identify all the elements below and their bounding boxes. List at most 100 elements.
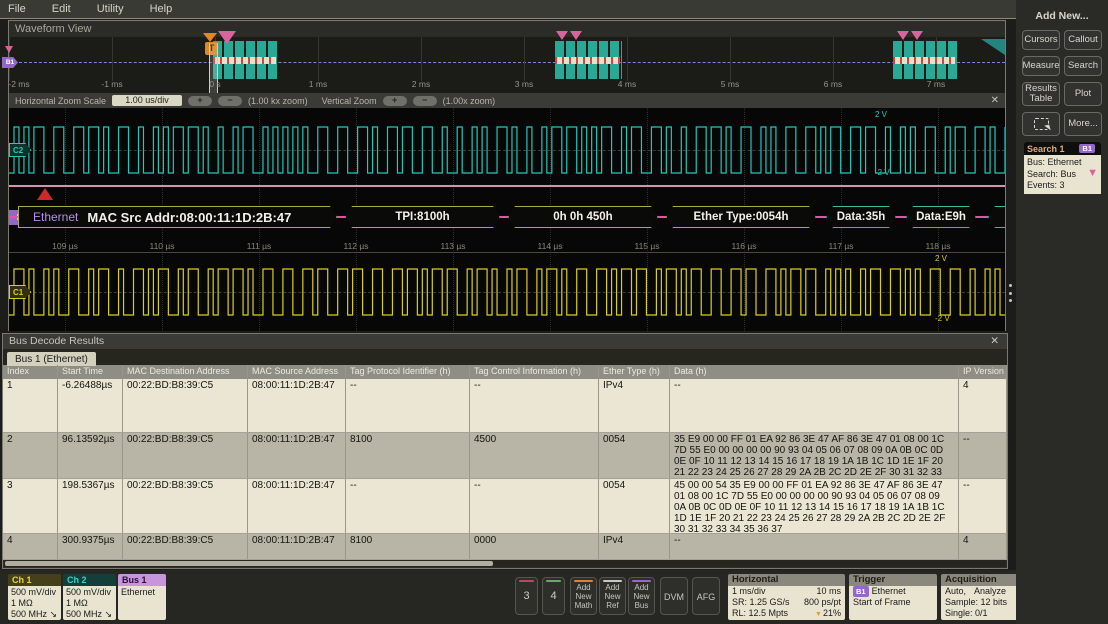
results-table-header: Index Start Time MAC Destination Address… — [3, 365, 1007, 379]
table-cell: 2 — [3, 433, 58, 478]
ch1-settings-badge[interactable]: Ch 1 500 mV/div1 MΩ 500 MHz ↘ — [8, 574, 61, 620]
table-cell: 08:00:11:1D:2B:47 — [248, 379, 346, 432]
results-tab-strip: Bus 1 (Ethernet) — [3, 349, 1007, 365]
zone-select-icon — [1034, 118, 1049, 130]
col-ip-version[interactable]: IP Version — [959, 365, 1007, 379]
time-tick-label: 116 µs — [731, 241, 756, 251]
table-row[interactable]: 1-6.26488µs00:22:BD:B8:39:C508:00:11:1D:… — [3, 379, 1007, 433]
waveform-view-panel: Waveform View T B1 -2 ms-1 ms0 s1 ms2 ms… — [8, 20, 1006, 331]
dvm-button[interactable]: DVM — [660, 577, 688, 615]
table-cell: 00:22:BD:B8:39:C5 — [123, 534, 248, 559]
decode-field-box[interactable]: 0h 0h 450h — [508, 206, 658, 228]
decode-field-box[interactable]: TPI:8100h — [345, 206, 500, 228]
afg-button[interactable]: AFG — [692, 577, 720, 615]
col-tci[interactable]: Tag Control Information (h) — [470, 365, 599, 379]
table-row[interactable]: 296.13592µs00:22:BD:B8:39:C508:00:11:1D:… — [3, 433, 1007, 479]
col-mac-src[interactable]: MAC Source Address — [248, 365, 346, 379]
results-hscrollbar[interactable] — [4, 560, 1006, 567]
table-cell: -- — [670, 534, 959, 559]
col-mac-dest[interactable]: MAC Destination Address — [123, 365, 248, 379]
add-new-math-button[interactable]: AddNewMath — [570, 577, 597, 615]
menu-help[interactable]: Help — [150, 3, 173, 15]
decode-connector — [658, 216, 666, 218]
overview-tick-label: 7 ms — [927, 79, 945, 89]
decode-connector — [337, 216, 345, 218]
bus1-settings-badge[interactable]: Bus 1 Ethernet — [118, 574, 166, 620]
acquisition-overview[interactable]: T B1 -2 ms-1 ms0 s1 ms2 ms3 ms4 ms5 ms6 … — [9, 37, 1005, 93]
bandwidth-icon: ↘ — [50, 609, 58, 619]
overview-tick-label: 2 ms — [412, 79, 430, 89]
decode-field-box[interactable]: Ether Type:0054h — [666, 206, 816, 228]
horizontal-badge[interactable]: Horizontal 1 ms/div10 ms SR: 1.25 GS/s80… — [728, 574, 845, 620]
add-cursors-button[interactable]: Cursors — [1022, 30, 1060, 50]
time-tick-label: 115 µs — [634, 241, 659, 251]
zoomed-waveform-area[interactable]: 2 V -2 V 2 V -2 V C2 C1 B1 EthernetMAC S… — [9, 108, 1005, 331]
ch2-bottom-scale: -2 V — [875, 168, 1000, 177]
decode-field-box[interactable]: Data:35h — [826, 206, 896, 228]
math-trace[interactable] — [9, 185, 1005, 187]
search1-badge[interactable]: Search 1 B1 Bus: Ethernet Search: Bus Ev… — [1024, 142, 1101, 194]
add-plot-button[interactable]: Plot — [1064, 82, 1102, 106]
v-zoom-plus-button[interactable]: + — [383, 96, 407, 106]
decode-field-box[interactable]: Data:E9h — [906, 206, 976, 228]
add-callout-button[interactable]: Callout — [1064, 30, 1102, 50]
ch1-waveform[interactable] — [9, 260, 1005, 324]
table-cell: 8100 — [346, 534, 470, 559]
menu-utility[interactable]: Utility — [97, 3, 124, 15]
ch2-top-scale: 2 V — [875, 110, 1000, 119]
decode-connector — [816, 216, 826, 218]
panel-drag-handle[interactable] — [1009, 284, 1015, 302]
table-cell: 4500 — [470, 433, 599, 478]
col-ether-type[interactable]: Ether Type (h) — [599, 365, 670, 379]
col-tpi[interactable]: Tag Protocol Identifier (h) — [346, 365, 470, 379]
add-new-ref-button[interactable]: AddNewRef — [599, 577, 626, 615]
more-button[interactable]: More... — [1064, 112, 1102, 136]
overview-tick-label: 1 ms — [309, 79, 327, 89]
ch4-button[interactable]: 4 — [542, 577, 565, 615]
time-tick-label: 111 µs — [247, 241, 271, 251]
search-mark-icon — [897, 31, 909, 40]
h-zoom-minus-button[interactable]: − — [218, 96, 242, 106]
waveform-view-title: Waveform View — [9, 21, 1005, 37]
table-cell: 08:00:11:1D:2B:47 — [248, 433, 346, 478]
add-search-button[interactable]: Search — [1064, 56, 1102, 76]
h-zoom-plus-button[interactable]: + — [188, 96, 212, 106]
decode-field-box[interactable]: EthernetMAC Src Addr:08:00:11:1D:2B:47 — [18, 206, 337, 228]
close-zoom-icon[interactable]: ✕ — [991, 95, 999, 106]
table-cell: -- — [470, 379, 599, 432]
v-zoom-minus-button[interactable]: − — [413, 96, 437, 106]
overview-gridline — [833, 37, 834, 81]
results-hscroll-thumb[interactable] — [5, 561, 493, 566]
h-zoom-scale-input[interactable]: 1.00 us/div — [112, 95, 182, 106]
overview-tick-label: 6 ms — [824, 79, 842, 89]
trigger-level-icon[interactable] — [37, 188, 53, 200]
table-cell: -- — [959, 433, 1007, 478]
bus-b1-overview-badge[interactable]: B1 — [2, 57, 18, 68]
col-start-time[interactable]: Start Time — [58, 365, 123, 379]
overview-tick-label: -2 ms — [8, 79, 29, 89]
add-measure-button[interactable]: Measure — [1022, 56, 1060, 76]
ch3-button[interactable]: 3 — [515, 577, 538, 615]
decode-field-box[interactable] — [988, 206, 1005, 228]
results-title: Bus Decode Results — [9, 335, 104, 349]
ch2-waveform[interactable] — [9, 118, 1005, 182]
col-data[interactable]: Data (h) — [670, 365, 959, 379]
ch2-settings-badge[interactable]: Ch 2 500 mV/div1 MΩ 500 MHz ↘ — [63, 574, 116, 620]
table-cell: -- — [346, 379, 470, 432]
tab-bus1-ethernet[interactable]: Bus 1 (Ethernet) — [7, 352, 96, 366]
col-index[interactable]: Index — [3, 365, 58, 379]
table-cell: 0054 — [599, 433, 670, 478]
zone-select-button[interactable] — [1022, 112, 1060, 136]
add-results-table-button[interactable]: Results Table — [1022, 82, 1060, 106]
close-results-icon[interactable]: ✕ — [990, 335, 999, 349]
bus-decode-results-panel: Bus Decode Results ✕ Bus 1 (Ethernet) In… — [2, 333, 1008, 569]
trigger-badge-panel[interactable]: Trigger B1Ethernet Start of Frame — [849, 574, 937, 620]
table-row[interactable]: 3198.5367µs00:22:BD:B8:39:C508:00:11:1D:… — [3, 479, 1007, 534]
add-new-bus-button[interactable]: AddNewBus — [628, 577, 655, 615]
menu-file[interactable]: File — [8, 3, 26, 15]
table-row[interactable]: 4300.9375µs00:22:BD:B8:39:C508:00:11:1D:… — [3, 534, 1007, 560]
menu-edit[interactable]: Edit — [52, 3, 71, 15]
overview-corner-handle-icon[interactable] — [981, 39, 1005, 55]
table-cell: 8100 — [346, 433, 470, 478]
overview-tick-label: 5 ms — [721, 79, 739, 89]
